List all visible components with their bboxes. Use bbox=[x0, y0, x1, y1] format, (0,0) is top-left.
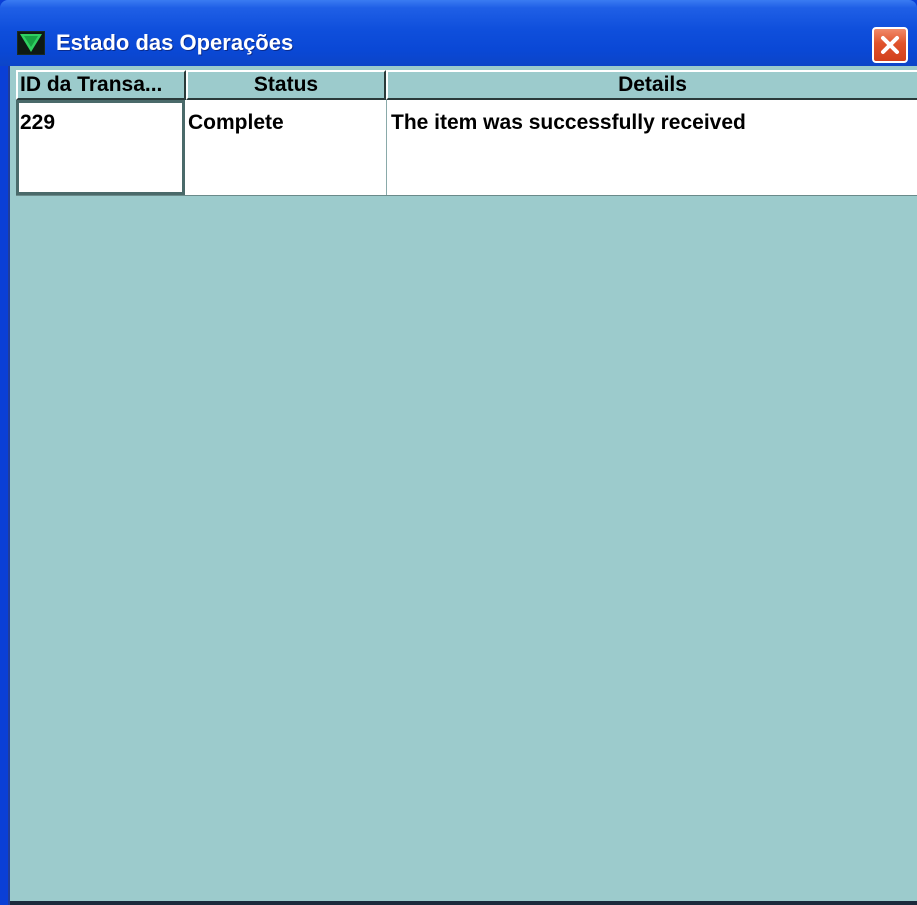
column-header-transaction-id[interactable]: ID da Transa... bbox=[16, 70, 186, 100]
cell-details[interactable]: The item was successfully received bbox=[386, 100, 917, 195]
table-row[interactable]: 229 Complete The item was successfully r… bbox=[16, 100, 917, 196]
green-triangle-icon[interactable] bbox=[17, 31, 45, 55]
cell-status[interactable]: Complete bbox=[188, 100, 384, 195]
column-header-details[interactable]: Details bbox=[386, 70, 917, 100]
window-bottom-border bbox=[10, 901, 917, 905]
table-viewport[interactable]: ID da Transa... Status Details 229 Compl… bbox=[8, 66, 917, 905]
table-header: ID da Transa... Status Details bbox=[16, 70, 917, 100]
column-header-status[interactable]: Status bbox=[186, 70, 386, 100]
close-icon bbox=[881, 36, 899, 54]
cell-transaction-id[interactable]: 229 bbox=[16, 100, 185, 195]
operations-status-window: Estado das Operações ID da Transa... Sta… bbox=[0, 0, 917, 905]
window-title: Estado das Operações bbox=[56, 30, 294, 55]
title-bar[interactable]: Estado das Operações bbox=[0, 0, 917, 66]
close-button[interactable] bbox=[872, 27, 908, 63]
